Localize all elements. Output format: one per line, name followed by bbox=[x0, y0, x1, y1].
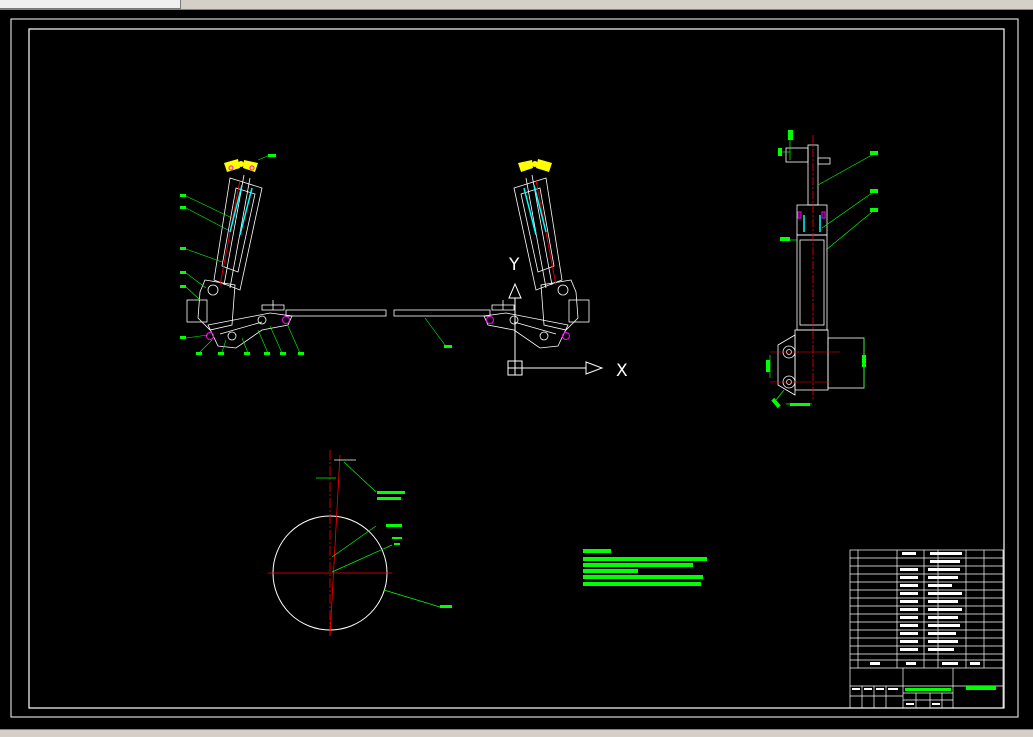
technical-notes-block bbox=[583, 549, 707, 586]
ucs-y-label: Y bbox=[508, 255, 520, 275]
left-suspension-assembly bbox=[180, 154, 387, 355]
strut-side-view bbox=[766, 130, 878, 409]
drawing-tab[interactable] bbox=[0, 0, 181, 9]
cad-drawing-canvas[interactable]: Y X bbox=[0, 10, 1033, 729]
window-title-bar bbox=[0, 0, 1033, 10]
wheel-alignment-diagram bbox=[268, 450, 452, 637]
right-suspension-assembly bbox=[393, 159, 590, 349]
ucs-x-label: X bbox=[616, 361, 628, 381]
title-block bbox=[849, 549, 1004, 709]
rack-leader-line bbox=[424, 317, 446, 346]
ucs-axis-icon bbox=[507, 282, 604, 376]
rack-leader-tag bbox=[444, 345, 452, 348]
